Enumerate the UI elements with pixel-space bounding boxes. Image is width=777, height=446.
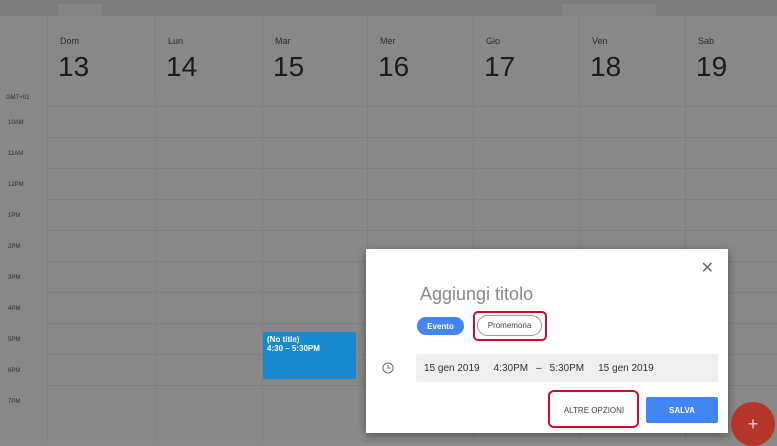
toolbar-button-left[interactable] [58,4,102,16]
end-date[interactable]: 15 gen 2019 [598,363,654,374]
time-separator: – [536,362,542,374]
hour-label: 12PM [8,182,24,188]
quick-event-dialog: ✕ Evento Promemoria 15 gen 2019 4:30PM –… [366,249,728,433]
top-app-bar [0,0,777,16]
create-event-fab[interactable]: + [731,402,775,446]
day-name: Gio [486,36,501,46]
hour-gridline [47,106,777,107]
day-number[interactable]: 19 [696,52,727,82]
hour-label: 5PM [8,337,21,343]
day-name: Dom [60,36,80,46]
event-time-row[interactable]: 15 gen 2019 4:30PM – 5:30PM 15 gen 2019 [416,354,718,382]
day-number[interactable]: 16 [378,52,409,82]
hour-label: 6PM [8,368,21,374]
clock-icon [382,362,394,374]
timezone-label: GMT+01 [6,95,30,101]
day-gridline [47,90,48,443]
toolbar-button-right[interactable] [562,4,656,16]
day-column-header[interactable]: Mar 15 [262,16,369,90]
day-name: Ven [592,36,608,46]
day-number[interactable]: 14 [166,52,197,82]
start-time[interactable]: 4:30PM [494,363,528,374]
hour-gridline [47,230,777,231]
hour-gridline [47,199,777,200]
tab-evento[interactable]: Evento [417,317,464,335]
hour-label: 7PM [8,399,21,405]
day-name: Mar [275,36,291,46]
more-options-button[interactable]: ALTRE OPZIONI [552,398,636,423]
day-name: Lun [168,36,184,46]
hour-label: 3PM [8,275,21,281]
hour-label: 1PM [8,213,21,219]
day-number[interactable]: 17 [484,52,515,82]
event-block[interactable]: (No title) 4:30 – 5:30PM [263,332,356,379]
event-title: (No title) [267,335,300,344]
close-icon[interactable]: ✕ [701,261,714,277]
hour-label: 10AM [8,120,24,126]
hour-gridline [47,168,777,169]
day-gridline [155,90,156,443]
day-column-header[interactable]: Dom 13 [47,16,154,90]
event-time: 4:30 – 5:30PM [267,344,320,353]
event-title-input[interactable] [418,283,692,306]
day-number[interactable]: 18 [590,52,621,82]
day-number[interactable]: 13 [58,52,89,82]
start-date[interactable]: 15 gen 2019 [424,363,480,374]
day-name: Sab [698,36,715,46]
day-column-header[interactable]: Sab 19 [685,16,777,90]
end-time[interactable]: 5:30PM [550,363,584,374]
day-number[interactable]: 15 [273,52,304,82]
day-column-header[interactable]: Lun 14 [155,16,262,90]
hour-label: 4PM [8,306,21,312]
day-gridline [262,90,263,443]
day-column-header[interactable]: Gio 17 [473,16,580,90]
hour-label: 2PM [8,244,21,250]
tab-promemoria[interactable]: Promemoria [477,315,542,336]
hour-gridline [47,137,777,138]
save-button[interactable]: SALVA [646,397,718,423]
day-column-header[interactable]: Ven 18 [579,16,686,90]
day-name: Mer [380,36,396,46]
hour-label: 11AM [8,151,24,157]
day-column-header[interactable]: Mer 16 [367,16,474,90]
